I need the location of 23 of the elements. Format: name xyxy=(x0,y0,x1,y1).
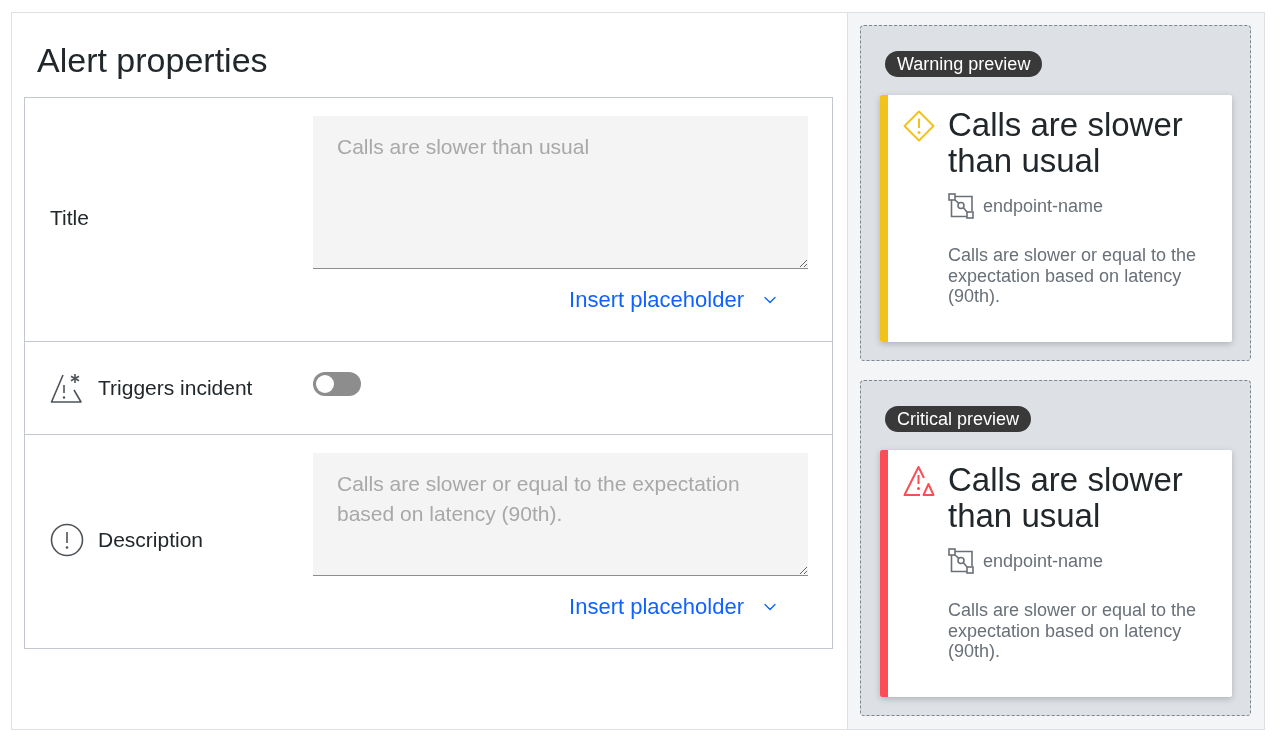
alert-title: Calls are slower than usual xyxy=(948,462,1184,534)
text-area-field[interactable]: Calls are slower or equal to the expectation based on latency (90th). xyxy=(313,453,808,576)
field-label: Description xyxy=(98,527,204,553)
warning-asterisk-icon xyxy=(50,372,84,404)
warning-triangle-icon xyxy=(903,465,935,497)
text-area-field[interactable]: Calls are slower than usual xyxy=(313,116,808,269)
field-label: Title xyxy=(50,205,89,231)
field-label: Triggers incident xyxy=(98,375,253,401)
alert-description: Calls are slower or equal to the expectation based on latency (90th). xyxy=(948,600,1198,662)
section-title: Alert properties xyxy=(37,40,269,80)
warning-diamond-icon xyxy=(903,110,935,142)
endpoint-label: endpoint-name xyxy=(983,195,1104,218)
endpoint-label: endpoint-name xyxy=(983,550,1104,573)
dropdown-link[interactable]: Insert placeholder xyxy=(553,280,808,320)
preview-badge: Warning preview xyxy=(885,51,1043,77)
toggle-switch[interactable] xyxy=(313,372,361,396)
connection-icon xyxy=(948,548,975,574)
alert-description: Calls are slower or equal to the expectation based on latency (90th). xyxy=(948,245,1198,307)
dropdown-link[interactable]: Insert placeholder xyxy=(553,587,808,627)
preview-badge: Critical preview xyxy=(885,406,1032,432)
alert-title: Calls are slower than usual xyxy=(948,107,1184,179)
exclamation-circle-icon xyxy=(50,523,84,557)
connection-icon xyxy=(948,193,975,219)
